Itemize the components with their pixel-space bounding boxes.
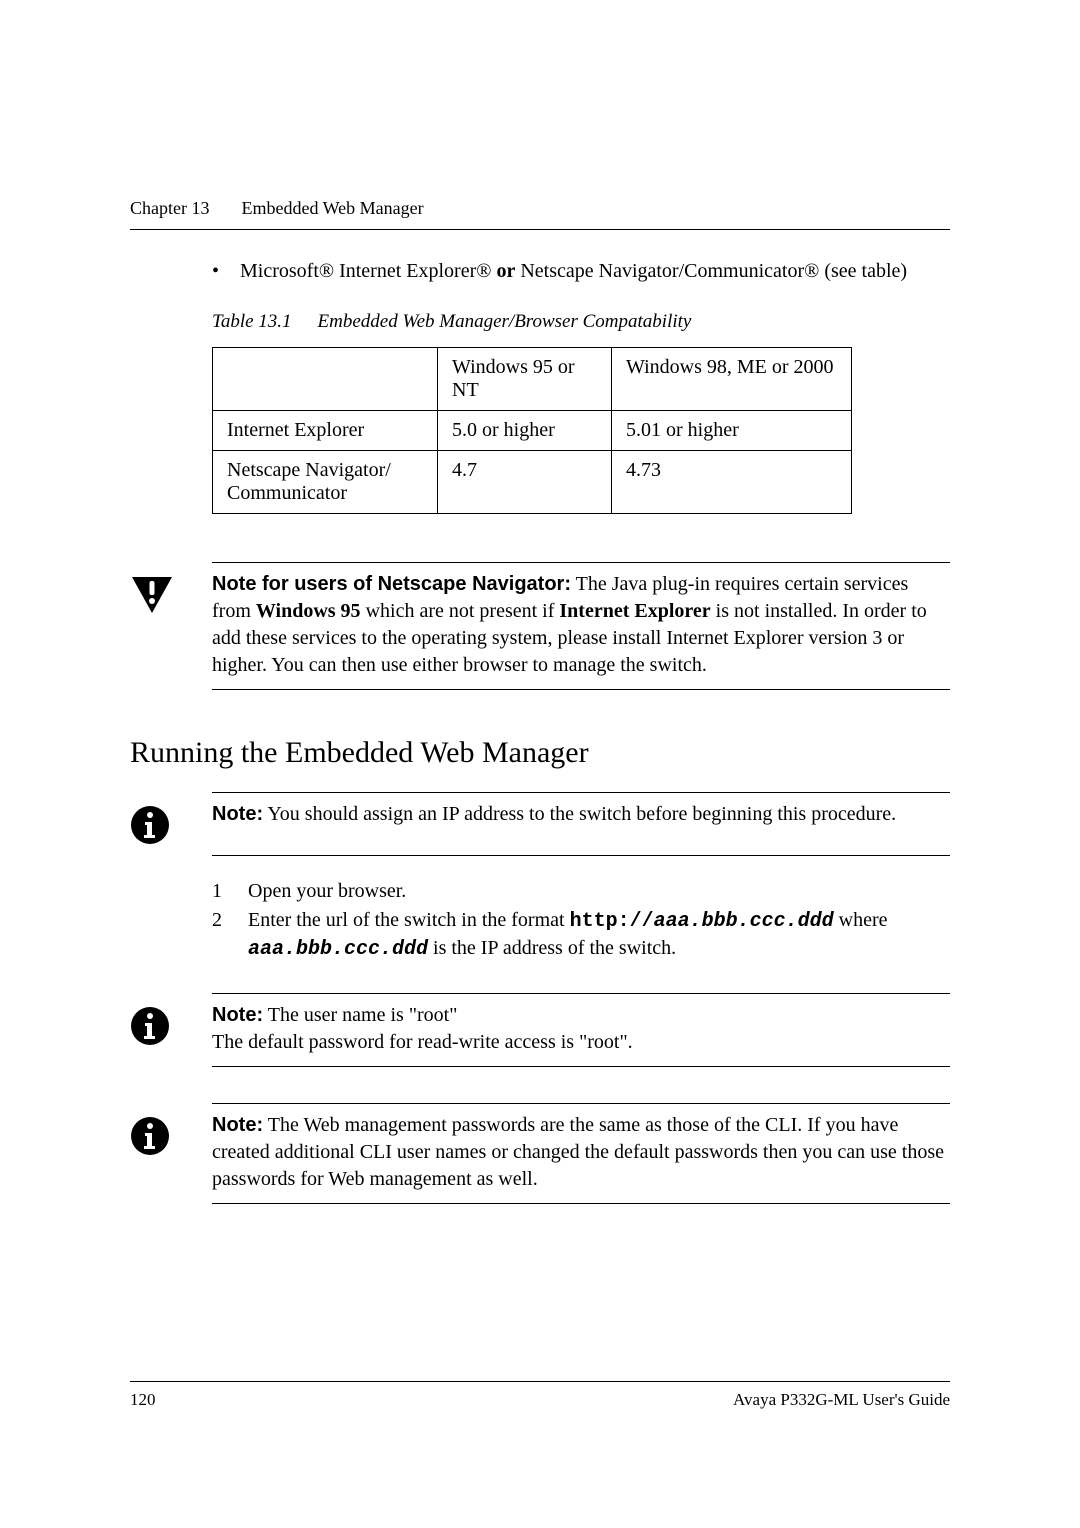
info-icon	[130, 805, 170, 845]
note-label: Note:	[212, 1114, 263, 1136]
info-note: Note: You should assign an IP address to…	[130, 801, 950, 845]
ordered-list: 1 Open your browser. 2 Enter the url of …	[212, 878, 950, 963]
info-note: Note: The user name is "root" The defaul…	[130, 1002, 950, 1056]
list-item: 2 Enter the url of the switch in the for…	[212, 907, 950, 963]
table-row: Netscape Navigator/ Communicator 4.7 4.7…	[213, 451, 852, 514]
list-item: 1 Open your browser.	[212, 878, 950, 905]
info-icon	[130, 1006, 170, 1056]
info-icon	[130, 1116, 170, 1193]
note-divider	[212, 1203, 950, 1204]
table-caption: Table 13.1 Embedded Web Manager/Browser C…	[212, 311, 950, 333]
table-row: Windows 95 or NT Windows 98, ME or 2000	[213, 348, 852, 411]
section-heading: Running the Embedded Web Manager	[130, 736, 950, 770]
table-cell: 4.7	[438, 451, 612, 514]
header-divider	[130, 229, 950, 230]
footer-divider	[130, 1381, 950, 1382]
chapter-number: Chapter 13	[130, 198, 209, 219]
note-divider	[212, 993, 950, 994]
bullet-icon: •	[212, 258, 222, 285]
table-number: Table 13.1	[212, 311, 292, 332]
note-divider	[212, 792, 950, 793]
table-cell: 5.0 or higher	[438, 411, 612, 451]
warning-icon	[130, 575, 174, 679]
note-label: Note:	[212, 803, 263, 825]
table-title: Embedded Web Manager/Browser Compatabili…	[318, 311, 692, 332]
warning-note: Note for users of Netscape Navigator: Th…	[130, 571, 950, 679]
note-divider	[212, 855, 950, 856]
note-label: Note for users of Netscape Navigator:	[212, 573, 571, 595]
note-divider	[212, 562, 950, 563]
bullet-item: • Microsoft® Internet Explorer® or Netsc…	[212, 258, 950, 285]
table-cell: Internet Explorer	[213, 411, 438, 451]
table-cell: 5.01 or higher	[612, 411, 852, 451]
page-footer: 120 Avaya P332G-ML User's Guide	[130, 1381, 950, 1410]
table-cell: Windows 95 or NT	[438, 348, 612, 411]
compat-table: Windows 95 or NT Windows 98, ME or 2000 …	[212, 347, 852, 514]
note-divider	[212, 689, 950, 690]
bullet-text: Microsoft® Internet Explorer® or Netscap…	[240, 258, 907, 285]
page-header: Chapter 13 Embedded Web Manager	[130, 198, 950, 219]
table-cell: Netscape Navigator/ Communicator	[213, 451, 438, 514]
table-cell: Windows 98, ME or 2000	[612, 348, 852, 411]
note-divider	[212, 1103, 950, 1104]
chapter-title: Embedded Web Manager	[241, 198, 423, 219]
table-row: Internet Explorer 5.0 or higher 5.01 or …	[213, 411, 852, 451]
note-divider	[212, 1066, 950, 1067]
page-number: 120	[130, 1390, 156, 1410]
info-note: Note: The Web management passwords are t…	[130, 1112, 950, 1193]
table-cell: 4.73	[612, 451, 852, 514]
guide-title: Avaya P332G-ML User's Guide	[733, 1390, 950, 1410]
note-label: Note:	[212, 1004, 263, 1026]
table-cell	[213, 348, 438, 411]
